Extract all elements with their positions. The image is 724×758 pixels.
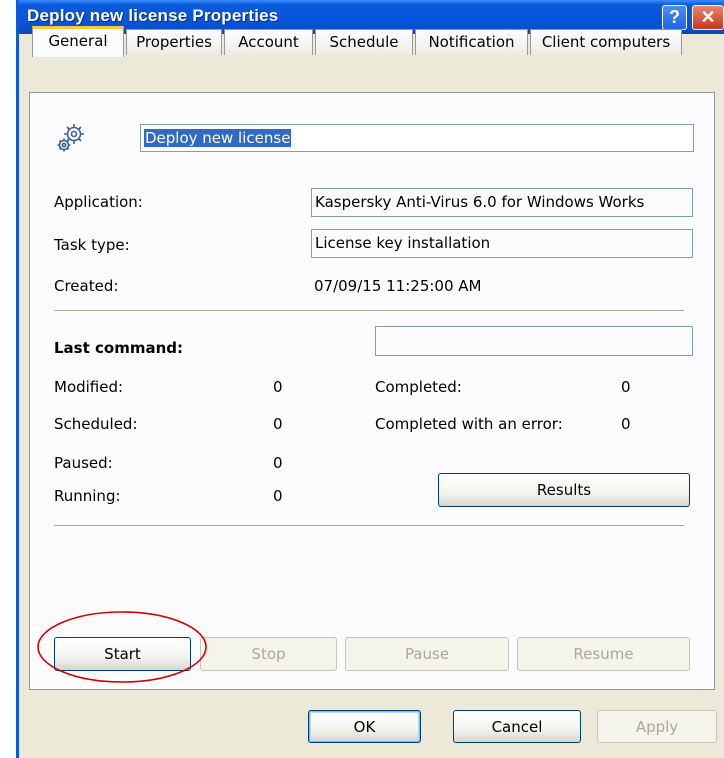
last-command-field[interactable] xyxy=(375,326,693,356)
application-label: Application: xyxy=(54,193,143,211)
task-name-input[interactable]: Deploy new license xyxy=(140,124,694,152)
scheduled-value: 0 xyxy=(273,415,283,433)
cancel-label: Cancel xyxy=(491,717,543,736)
completed-error-label: Completed with an error: xyxy=(375,415,563,433)
divider xyxy=(54,310,684,312)
pause-button[interactable]: Pause xyxy=(345,637,509,671)
tab-label: Schedule xyxy=(329,33,399,51)
ok-label: OK xyxy=(353,717,376,736)
general-tab-panel: Deploy new license Application: Kaspersk… xyxy=(29,92,715,690)
results-button[interactable]: Results xyxy=(438,473,690,507)
last-command-label: Last command: xyxy=(54,339,183,357)
tab-label: Client computers xyxy=(541,33,671,51)
completed-value: 0 xyxy=(621,378,631,396)
completed-label: Completed: xyxy=(375,378,462,396)
stop-button[interactable]: Stop xyxy=(200,637,337,671)
ok-button[interactable]: OK xyxy=(308,710,421,743)
divider xyxy=(54,525,684,527)
tab-notification[interactable]: Notification xyxy=(415,29,528,55)
modified-label: Modified: xyxy=(54,378,124,396)
created-label: Created: xyxy=(54,277,119,295)
tab-label: Properties xyxy=(136,33,212,51)
resume-label: Resume xyxy=(573,645,634,663)
dialog-window: Deploy new license Properties ? ✕ Genera… xyxy=(16,0,724,758)
pause-label: Pause xyxy=(404,645,450,663)
resume-button[interactable]: Resume xyxy=(517,637,690,671)
running-label: Running: xyxy=(54,487,121,505)
window-title: Deploy new license Properties xyxy=(27,6,279,25)
tab-account[interactable]: Account xyxy=(224,29,313,55)
paused-value: 0 xyxy=(273,454,283,472)
help-button[interactable]: ? xyxy=(662,5,687,30)
modified-value: 0 xyxy=(273,378,283,396)
tab-schedule[interactable]: Schedule xyxy=(315,29,413,55)
task-name-text: Deploy new license xyxy=(144,129,292,147)
tab-client-computers[interactable]: Client computers xyxy=(530,29,682,55)
application-value: Kaspersky Anti-Virus 6.0 for Windows Wor… xyxy=(315,193,645,211)
tab-label: Notification xyxy=(428,33,515,51)
running-value: 0 xyxy=(273,487,283,505)
scheduled-label: Scheduled: xyxy=(54,415,138,433)
tab-properties[interactable]: Properties xyxy=(126,29,222,55)
completed-error-value: 0 xyxy=(621,415,631,433)
help-icon: ? xyxy=(669,7,680,27)
task-type-value: License key installation xyxy=(315,234,491,252)
apply-label: Apply xyxy=(635,717,679,736)
application-field[interactable]: Kaspersky Anti-Virus 6.0 for Windows Wor… xyxy=(311,188,693,217)
tab-general[interactable]: General xyxy=(32,26,124,57)
tab-label: General xyxy=(48,32,108,50)
cancel-button[interactable]: Cancel xyxy=(453,710,581,743)
results-label: Results xyxy=(536,481,592,499)
task-type-field[interactable]: License key installation xyxy=(311,229,693,258)
close-button[interactable]: ✕ xyxy=(692,5,724,30)
close-icon: ✕ xyxy=(700,7,716,27)
tab-label: Account xyxy=(238,33,299,51)
stop-label: Stop xyxy=(251,645,286,663)
apply-button[interactable]: Apply xyxy=(597,710,717,743)
gears-icon xyxy=(57,124,84,152)
start-highlight-ellipse xyxy=(37,611,207,683)
created-value: 07/09/15 11:25:00 AM xyxy=(314,277,482,295)
paused-label: Paused: xyxy=(54,454,113,472)
task-type-label: Task type: xyxy=(54,236,130,254)
